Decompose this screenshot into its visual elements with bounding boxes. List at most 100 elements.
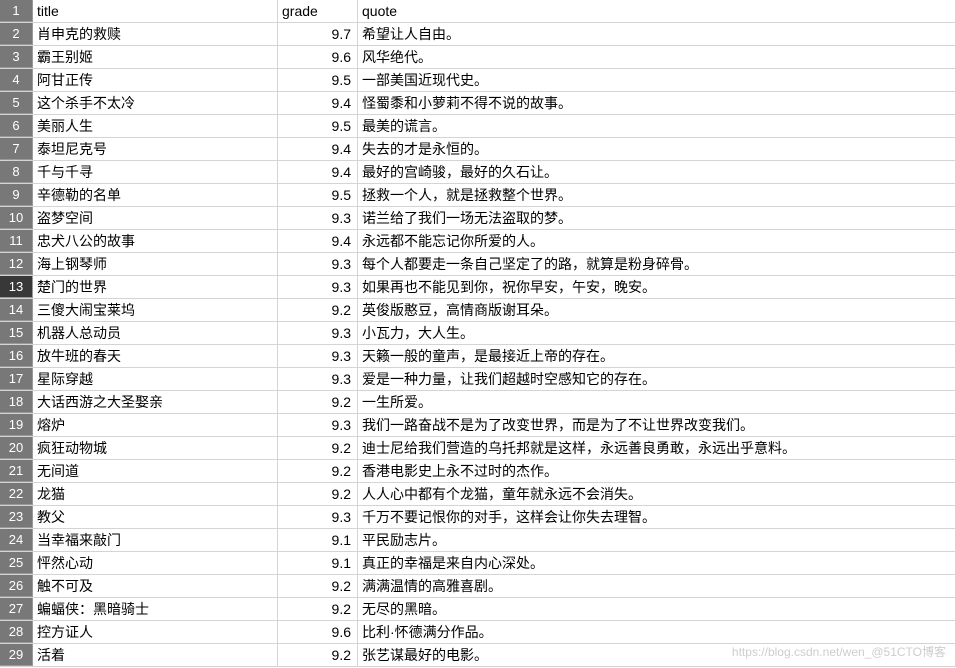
cell-quote[interactable]: 无尽的黑暗。 bbox=[358, 598, 956, 620]
cell-title[interactable]: 泰坦尼克号 bbox=[33, 138, 278, 160]
table-row[interactable]: 15机器人总动员9.3小瓦力，大人生。 bbox=[0, 322, 956, 345]
table-row[interactable]: 18大话西游之大圣娶亲9.2一生所爱。 bbox=[0, 391, 956, 414]
table-row[interactable]: 16放牛班的春天9.3天籁一般的童声，是最接近上帝的存在。 bbox=[0, 345, 956, 368]
row-number-header[interactable]: 6 bbox=[0, 115, 33, 137]
row-number-header[interactable]: 15 bbox=[0, 322, 33, 344]
row-number-header[interactable]: 18 bbox=[0, 391, 33, 413]
row-number-header[interactable]: 28 bbox=[0, 621, 33, 643]
row-number-header[interactable]: 2 bbox=[0, 23, 33, 45]
cell-quote[interactable]: 香港电影史上永不过时的杰作。 bbox=[358, 460, 956, 482]
cell-quote[interactable]: 满满温情的高雅喜剧。 bbox=[358, 575, 956, 597]
table-row[interactable]: 26触不可及9.2满满温情的高雅喜剧。 bbox=[0, 575, 956, 598]
cell-title[interactable]: 这个杀手不太冷 bbox=[33, 92, 278, 114]
cell-quote[interactable]: 我们一路奋战不是为了改变世界，而是为了不让世界改变我们。 bbox=[358, 414, 956, 436]
cell-grade[interactable]: 9.3 bbox=[278, 368, 358, 390]
table-row[interactable]: 3霸王别姬9.6风华绝代。 bbox=[0, 46, 956, 69]
cell-grade[interactable]: 9.3 bbox=[278, 414, 358, 436]
table-row[interactable]: 20疯狂动物城9.2迪士尼给我们营造的乌托邦就是这样，永远善良勇敢，永远出乎意料… bbox=[0, 437, 956, 460]
cell-grade[interactable]: 9.4 bbox=[278, 138, 358, 160]
cell-quote[interactable]: 诺兰给了我们一场无法盗取的梦。 bbox=[358, 207, 956, 229]
table-row[interactable]: 1titlegradequote bbox=[0, 0, 956, 23]
row-number-header[interactable]: 16 bbox=[0, 345, 33, 367]
table-row[interactable]: 13楚门的世界9.3如果再也不能见到你，祝你早安，午安，晚安。 bbox=[0, 276, 956, 299]
cell-title[interactable]: 辛德勒的名单 bbox=[33, 184, 278, 206]
table-row[interactable]: 25怦然心动9.1真正的幸福是来自内心深处。 bbox=[0, 552, 956, 575]
cell-title[interactable]: 活着 bbox=[33, 644, 278, 666]
cell-quote[interactable]: 迪士尼给我们营造的乌托邦就是这样，永远善良勇敢，永远出乎意料。 bbox=[358, 437, 956, 459]
cell-grade[interactable]: 9.2 bbox=[278, 483, 358, 505]
cell-title[interactable]: 肖申克的救赎 bbox=[33, 23, 278, 45]
cell-quote[interactable]: 风华绝代。 bbox=[358, 46, 956, 68]
table-row[interactable]: 27蝙蝠侠：黑暗骑士9.2无尽的黑暗。 bbox=[0, 598, 956, 621]
row-number-header[interactable]: 14 bbox=[0, 299, 33, 321]
cell-title[interactable]: 三傻大闹宝莱坞 bbox=[33, 299, 278, 321]
row-number-header[interactable]: 10 bbox=[0, 207, 33, 229]
cell-grade[interactable]: 9.2 bbox=[278, 437, 358, 459]
cell-quote[interactable]: 最好的宫崎骏，最好的久石让。 bbox=[358, 161, 956, 183]
cell-grade[interactable]: 9.3 bbox=[278, 207, 358, 229]
row-number-header[interactable]: 23 bbox=[0, 506, 33, 528]
cell-grade[interactable]: 9.2 bbox=[278, 391, 358, 413]
cell-title[interactable]: 龙猫 bbox=[33, 483, 278, 505]
table-row[interactable]: 5这个杀手不太冷9.4怪蜀黍和小萝莉不得不说的故事。 bbox=[0, 92, 956, 115]
row-number-header[interactable]: 8 bbox=[0, 161, 33, 183]
cell-quote[interactable]: 一生所爱。 bbox=[358, 391, 956, 413]
cell-title[interactable]: 控方证人 bbox=[33, 621, 278, 643]
row-number-header[interactable]: 24 bbox=[0, 529, 33, 551]
cell-grade[interactable]: 9.2 bbox=[278, 598, 358, 620]
cell-grade[interactable]: 9.4 bbox=[278, 161, 358, 183]
table-row[interactable]: 22龙猫9.2人人心中都有个龙猫，童年就永远不会消失。 bbox=[0, 483, 956, 506]
cell-title[interactable]: 霸王别姬 bbox=[33, 46, 278, 68]
cell-quote[interactable]: 一部美国近现代史。 bbox=[358, 69, 956, 91]
cell-grade[interactable]: 9.5 bbox=[278, 184, 358, 206]
row-number-header[interactable]: 9 bbox=[0, 184, 33, 206]
cell-grade[interactable]: 9.2 bbox=[278, 299, 358, 321]
cell-quote[interactable]: 人人心中都有个龙猫，童年就永远不会消失。 bbox=[358, 483, 956, 505]
row-number-header[interactable]: 20 bbox=[0, 437, 33, 459]
cell-quote[interactable]: 爱是一种力量，让我们超越时空感知它的存在。 bbox=[358, 368, 956, 390]
cell-title[interactable]: 无间道 bbox=[33, 460, 278, 482]
cell-quote[interactable]: 天籁一般的童声，是最接近上帝的存在。 bbox=[358, 345, 956, 367]
table-row[interactable]: 11忠犬八公的故事9.4永远都不能忘记你所爱的人。 bbox=[0, 230, 956, 253]
table-row[interactable]: 28控方证人9.6比利·怀德满分作品。 bbox=[0, 621, 956, 644]
cell-quote[interactable]: 每个人都要走一条自己坚定了的路，就算是粉身碎骨。 bbox=[358, 253, 956, 275]
cell-grade[interactable]: 9.3 bbox=[278, 253, 358, 275]
table-row[interactable]: 10盗梦空间9.3诺兰给了我们一场无法盗取的梦。 bbox=[0, 207, 956, 230]
cell-grade[interactable]: 9.6 bbox=[278, 621, 358, 643]
cell-title[interactable]: 疯狂动物城 bbox=[33, 437, 278, 459]
cell-title[interactable]: 放牛班的春天 bbox=[33, 345, 278, 367]
table-row[interactable]: 17星际穿越9.3爱是一种力量，让我们超越时空感知它的存在。 bbox=[0, 368, 956, 391]
row-number-header[interactable]: 27 bbox=[0, 598, 33, 620]
cell-title[interactable]: 楚门的世界 bbox=[33, 276, 278, 298]
cell-grade[interactable]: 9.4 bbox=[278, 92, 358, 114]
cell-title[interactable]: 熔炉 bbox=[33, 414, 278, 436]
cell-title[interactable]: 触不可及 bbox=[33, 575, 278, 597]
table-row[interactable]: 9辛德勒的名单9.5拯救一个人，就是拯救整个世界。 bbox=[0, 184, 956, 207]
row-number-header[interactable]: 7 bbox=[0, 138, 33, 160]
cell-grade[interactable]: 9.3 bbox=[278, 322, 358, 344]
table-row[interactable]: 8千与千寻9.4最好的宫崎骏，最好的久石让。 bbox=[0, 161, 956, 184]
cell-quote[interactable]: 平民励志片。 bbox=[358, 529, 956, 551]
cell-grade[interactable]: 9.5 bbox=[278, 69, 358, 91]
table-row[interactable]: 7泰坦尼克号9.4失去的才是永恒的。 bbox=[0, 138, 956, 161]
table-row[interactable]: 24当幸福来敲门9.1平民励志片。 bbox=[0, 529, 956, 552]
table-row[interactable]: 6美丽人生9.5最美的谎言。 bbox=[0, 115, 956, 138]
row-number-header[interactable]: 22 bbox=[0, 483, 33, 505]
row-number-header[interactable]: 25 bbox=[0, 552, 33, 574]
spreadsheet-grid[interactable]: 1titlegradequote2肖申克的救赎9.7希望让人自由。3霸王别姬9.… bbox=[0, 0, 956, 667]
cell-quote[interactable]: 最美的谎言。 bbox=[358, 115, 956, 137]
cell-quote[interactable]: quote bbox=[358, 0, 956, 22]
cell-title[interactable]: 怦然心动 bbox=[33, 552, 278, 574]
cell-grade[interactable]: 9.2 bbox=[278, 575, 358, 597]
cell-quote[interactable]: 怪蜀黍和小萝莉不得不说的故事。 bbox=[358, 92, 956, 114]
cell-title[interactable]: 星际穿越 bbox=[33, 368, 278, 390]
row-number-header[interactable]: 29 bbox=[0, 644, 33, 666]
cell-quote[interactable]: 拯救一个人，就是拯救整个世界。 bbox=[358, 184, 956, 206]
cell-grade[interactable]: 9.2 bbox=[278, 460, 358, 482]
cell-quote[interactable]: 希望让人自由。 bbox=[358, 23, 956, 45]
cell-grade[interactable]: 9.4 bbox=[278, 230, 358, 252]
cell-grade[interactable]: 9.1 bbox=[278, 529, 358, 551]
table-row[interactable]: 12海上钢琴师9.3每个人都要走一条自己坚定了的路，就算是粉身碎骨。 bbox=[0, 253, 956, 276]
cell-quote[interactable]: 英俊版憨豆，高情商版谢耳朵。 bbox=[358, 299, 956, 321]
table-row[interactable]: 23教父9.3千万不要记恨你的对手，这样会让你失去理智。 bbox=[0, 506, 956, 529]
